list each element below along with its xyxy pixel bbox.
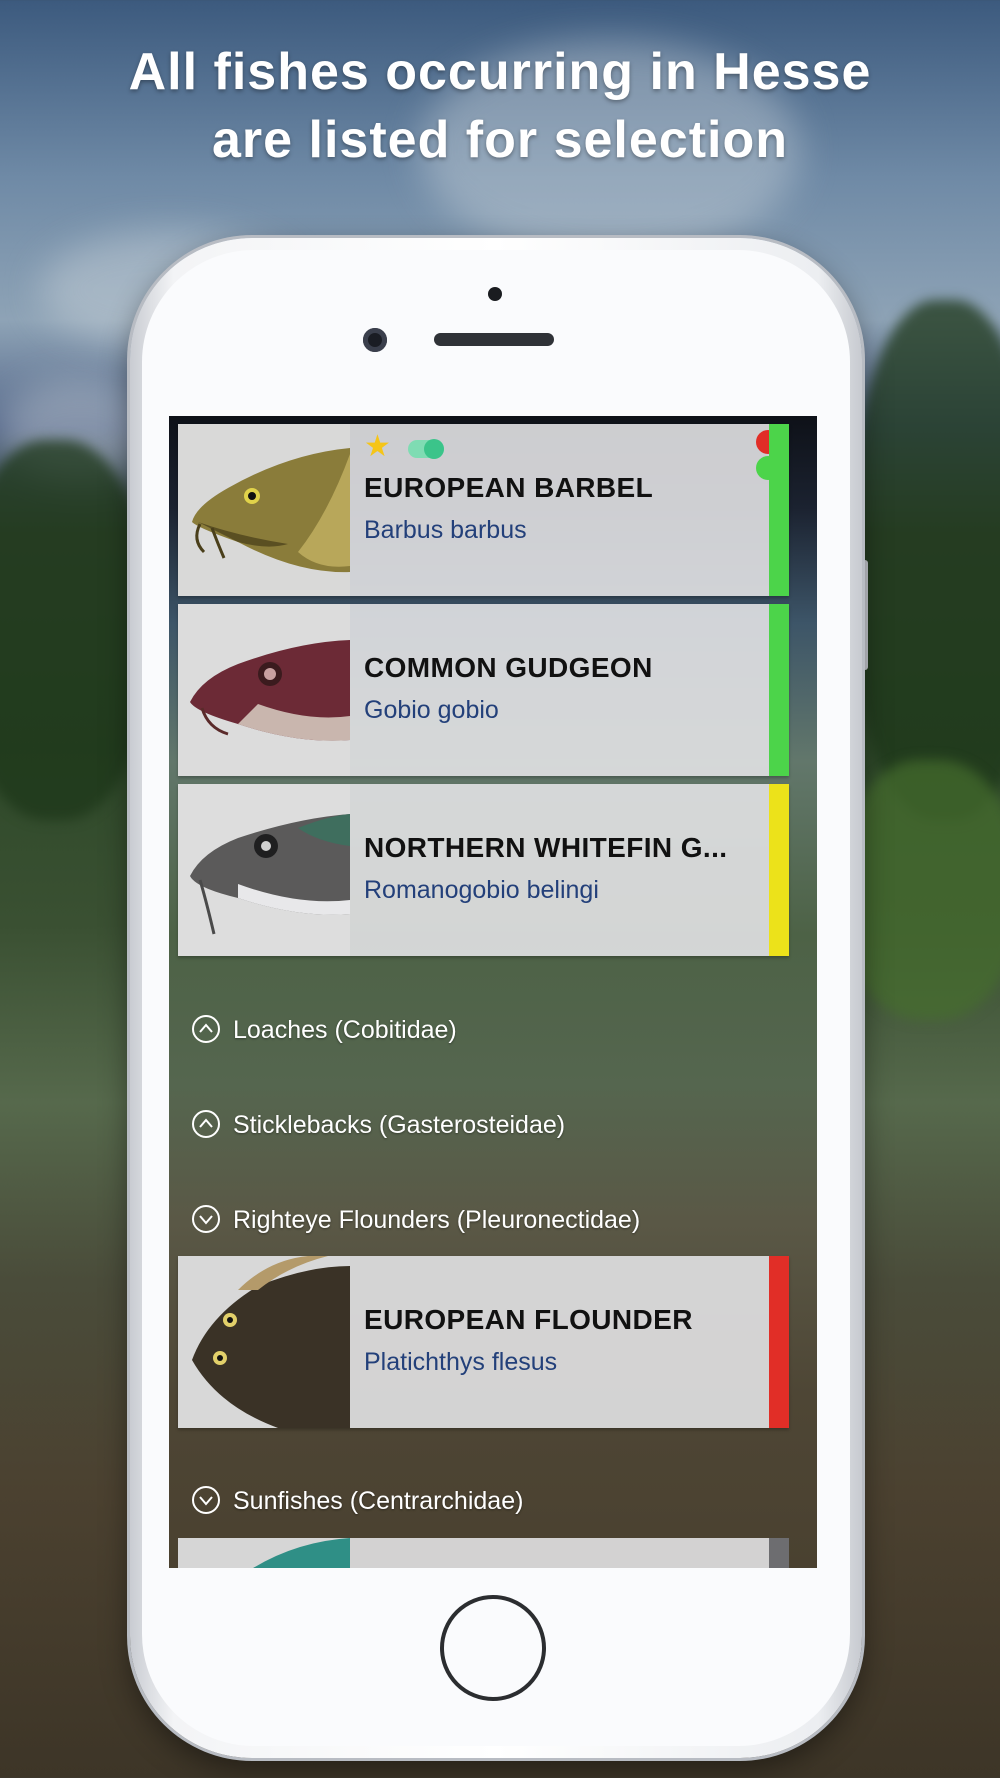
status-stripe-red	[769, 1256, 789, 1428]
home-button[interactable]	[440, 1595, 546, 1701]
family-label: Loaches (Cobitidae)	[233, 1016, 457, 1044]
fish-latin-name: Barbus barbus	[364, 516, 527, 544]
fish-latin-name: Gobio gobio	[364, 696, 499, 724]
fish-latin-name: Platichthys flesus	[364, 1348, 558, 1376]
status-stripe-yellow	[769, 784, 789, 956]
family-row-loaches[interactable]: Loaches (Cobitidae)	[191, 1012, 457, 1048]
fish-card-european-barbel[interactable]: ★ EUROPEAN BARBEL Barbus barbus	[178, 424, 789, 596]
chevron-up-icon	[192, 1110, 220, 1139]
fish-common-name: COMMON GUDGEON	[364, 652, 653, 683]
headline-line-1: All fishes occurring in Hesse	[128, 43, 872, 101]
favorite-star-icon[interactable]: ★	[364, 432, 391, 462]
family-label: Righteye Flounders (Pleuronectidae)	[233, 1206, 641, 1234]
family-label: Sunfishes (Centrarchidae)	[233, 1487, 524, 1515]
fish-card-northern-whitefin-gudgeon[interactable]: NORTHERN WHITEFIN G... Romanogobio belin…	[178, 784, 789, 956]
earpiece-speaker	[434, 333, 554, 346]
headline-line-2: are listed for selection	[212, 111, 788, 169]
fish-common-name: NORTHERN WHITEFIN G...	[364, 832, 728, 863]
fish-latin-name: Romanogobio belingi	[364, 876, 599, 904]
fish-image-whitefin-gudgeon	[178, 784, 350, 956]
fish-card-partial[interactable]	[178, 1538, 789, 1568]
proximity-sensor	[488, 287, 502, 301]
chevron-up-icon	[192, 1015, 220, 1044]
status-stripe-green	[769, 424, 789, 596]
family-label: Sticklebacks (Gasterosteidae)	[233, 1111, 566, 1139]
fish-image-barbel	[178, 424, 350, 596]
headline: All fishes occurring in Hesse are listed…	[0, 38, 1000, 174]
family-row-righteye-flounders[interactable]: Righteye Flounders (Pleuronectidae)	[191, 1202, 640, 1238]
family-row-sticklebacks[interactable]: Sticklebacks (Gasterosteidae)	[191, 1107, 565, 1143]
fish-card-european-flounder[interactable]: EUROPEAN FLOUNDER Platichthys flesus	[178, 1256, 789, 1428]
status-stripe-green	[769, 604, 789, 776]
chevron-down-icon	[192, 1205, 220, 1234]
app-screen: ★ EUROPEAN BARBEL Barbus barbus COMMON G…	[169, 416, 817, 1568]
fish-common-name: EUROPEAN FLOUNDER	[364, 1304, 693, 1335]
fish-card-common-gudgeon[interactable]: COMMON GUDGEON Gobio gobio	[178, 604, 789, 776]
chevron-down-icon	[192, 1486, 220, 1515]
fish-common-name: EUROPEAN BARBEL	[364, 472, 654, 503]
status-stripe-gray	[769, 1538, 789, 1568]
fish-image-gudgeon	[178, 604, 350, 776]
fish-image-partial	[178, 1538, 350, 1568]
family-row-sunfishes[interactable]: Sunfishes (Centrarchidae)	[191, 1483, 523, 1519]
fish-image-flounder	[178, 1256, 350, 1428]
front-camera-icon	[363, 328, 387, 352]
toggle-icon[interactable]	[408, 439, 444, 459]
